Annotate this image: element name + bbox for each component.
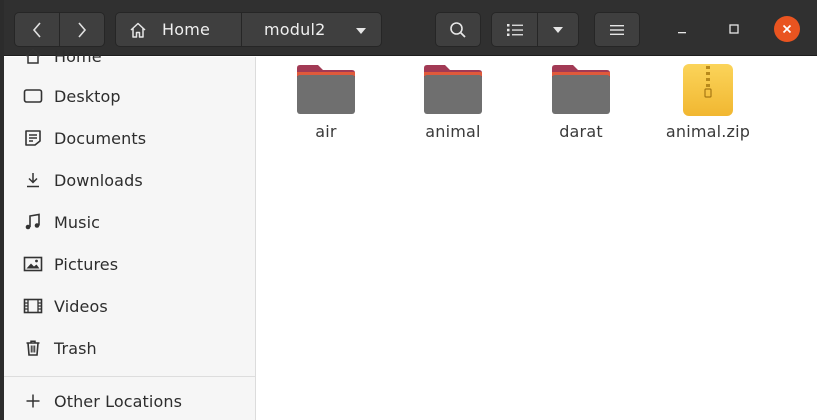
- list-view-button[interactable]: [491, 12, 538, 47]
- file-name: air: [315, 122, 337, 141]
- sidebar-item-label: Pictures: [54, 254, 119, 274]
- file-manager-window: Home modul2 Home Desktop Documents Downl…: [4, 0, 817, 420]
- folder-icon: [297, 65, 355, 114]
- sidebar-item-other-locations[interactable]: Other Locations: [4, 380, 255, 420]
- sidebar-item-label: Music: [54, 212, 101, 232]
- file-item-folder[interactable]: animal: [403, 64, 503, 141]
- plus-icon: [22, 390, 44, 412]
- pictures-icon: [22, 253, 44, 275]
- maximize-icon: [728, 20, 740, 39]
- file-view: air animal darat animal.zip: [257, 57, 817, 420]
- sidebar-item-home[interactable]: Home: [4, 35, 255, 77]
- hamburger-menu-icon: [609, 24, 625, 36]
- sidebar-item-pictures[interactable]: Pictures: [4, 243, 255, 285]
- breadcrumb-current[interactable]: modul2: [241, 12, 382, 47]
- zip-archive-icon: [683, 64, 733, 116]
- desktop-icon: [22, 85, 44, 107]
- downloads-icon: [22, 169, 44, 191]
- trash-icon: [22, 337, 44, 359]
- home-icon: [22, 45, 44, 67]
- chevron-down-icon: [355, 27, 367, 35]
- file-item-zip[interactable]: animal.zip: [658, 64, 758, 141]
- minimize-icon: [676, 20, 688, 39]
- sidebar-item-music[interactable]: Music: [4, 201, 255, 243]
- sidebar-item-label: Home: [54, 46, 102, 66]
- view-options-button[interactable]: [537, 12, 579, 47]
- chevron-down-icon: [552, 26, 564, 34]
- sidebar-item-desktop[interactable]: Desktop: [4, 75, 255, 117]
- main-menu-button[interactable]: [594, 12, 640, 47]
- sidebar-item-downloads[interactable]: Downloads: [4, 159, 255, 201]
- close-icon: [781, 20, 793, 39]
- file-item-folder[interactable]: darat: [531, 64, 631, 141]
- folder-icon: [424, 65, 482, 114]
- places-sidebar: Home Desktop Documents Downloads Music P…: [4, 47, 256, 420]
- sidebar-item-label: Trash: [54, 338, 97, 358]
- sidebar-item-documents[interactable]: Documents: [4, 117, 255, 159]
- breadcrumb-current-label: modul2: [264, 20, 326, 39]
- sidebar-separator: [4, 376, 255, 377]
- videos-icon: [22, 295, 44, 317]
- music-icon: [22, 211, 44, 233]
- minimize-button[interactable]: [669, 16, 695, 42]
- documents-icon: [22, 127, 44, 149]
- list-view-icon: [506, 23, 524, 37]
- sidebar-item-trash[interactable]: Trash: [4, 327, 255, 369]
- sidebar-item-label: Downloads: [54, 170, 143, 190]
- file-name: animal: [425, 122, 481, 141]
- sidebar-item-label: Videos: [54, 296, 108, 316]
- sidebar-item-label: Documents: [54, 128, 147, 148]
- sidebar-item-videos[interactable]: Videos: [4, 285, 255, 327]
- search-icon: [449, 21, 467, 39]
- sidebar-item-label: Other Locations: [54, 391, 183, 411]
- search-button[interactable]: [435, 12, 481, 47]
- file-item-folder[interactable]: air: [276, 64, 376, 141]
- maximize-button[interactable]: [721, 16, 747, 42]
- sidebar-item-label: Desktop: [54, 86, 121, 106]
- file-name: animal.zip: [665, 122, 751, 141]
- close-button[interactable]: [774, 16, 800, 42]
- file-name: darat: [559, 122, 603, 141]
- folder-icon: [552, 65, 610, 114]
